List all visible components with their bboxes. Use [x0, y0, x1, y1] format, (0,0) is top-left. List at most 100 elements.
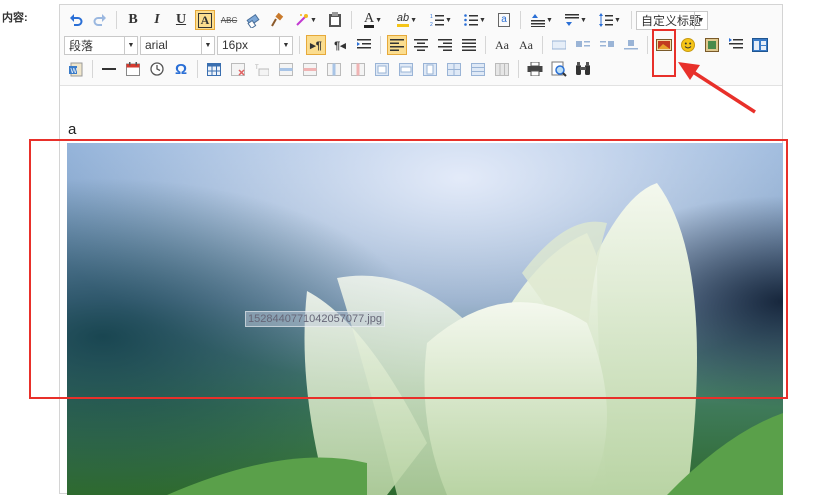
image-none-button[interactable]: [549, 35, 569, 55]
delete-column-icon: [351, 62, 365, 76]
background-color-button[interactable]: ab ▼: [392, 10, 422, 30]
line-height-button[interactable]: ▼: [595, 10, 625, 30]
attachment-button[interactable]: W: [66, 59, 86, 79]
chevron-down-icon: ▼: [445, 16, 452, 24]
format-painter-icon: [269, 12, 285, 28]
rtl-button[interactable]: ¶◂: [330, 35, 350, 55]
eraser-button[interactable]: [243, 10, 263, 30]
paste-plain-button[interactable]: [325, 10, 345, 30]
time-button[interactable]: [147, 59, 167, 79]
split-cells-button[interactable]: [444, 59, 464, 79]
separator: [542, 36, 543, 54]
insert-col-button[interactable]: [324, 59, 344, 79]
chevron-down-icon: ▼: [479, 16, 486, 24]
unordered-list-button[interactable]: ▼: [460, 10, 490, 30]
binoculars-icon: [575, 62, 591, 76]
unordered-list-icon: [464, 13, 479, 27]
insert-row-button[interactable]: [276, 59, 296, 79]
align-center-icon: [414, 39, 428, 51]
font-border-button[interactable]: A: [195, 10, 215, 30]
delete-col-button[interactable]: [348, 59, 368, 79]
printer-icon: [527, 62, 543, 76]
bold-icon: B: [128, 12, 138, 27]
insert-column-icon: [327, 62, 341, 76]
separator: [631, 11, 632, 29]
table-icon: [207, 62, 221, 76]
merge-right-button[interactable]: [396, 59, 416, 79]
chevron-down-icon: ▼: [124, 36, 137, 54]
delete-table-button[interactable]: [228, 59, 248, 79]
image-float-left-icon: [576, 39, 590, 51]
bold-button[interactable]: B: [123, 10, 143, 30]
merge-cells-button[interactable]: [372, 59, 392, 79]
preview-button[interactable]: [549, 59, 569, 79]
attachment-icon: W: [68, 61, 84, 77]
delete-table-icon: [231, 62, 245, 76]
separator: [351, 11, 352, 29]
row-spacing-bottom-button[interactable]: ▼: [561, 10, 591, 30]
custom-heading-select[interactable]: 自定义标题 ▼: [636, 10, 708, 30]
ltr-button[interactable]: ▸¶: [306, 35, 326, 55]
indent-button[interactable]: [354, 35, 374, 55]
align-justify-button[interactable]: [459, 35, 479, 55]
date-button[interactable]: [123, 59, 143, 79]
font-size-value: 16px: [222, 38, 249, 52]
horizontal-rule-button[interactable]: [99, 59, 119, 79]
uppercase-icon: Aa: [495, 37, 509, 52]
auto-typeset-button[interactable]: ▼: [291, 10, 321, 30]
format-painter-button[interactable]: [267, 10, 287, 30]
ordered-list-button[interactable]: 1 2 ▼: [426, 10, 456, 30]
image-center-icon: [624, 39, 638, 51]
separator: [116, 11, 117, 29]
image-left-button[interactable]: [573, 35, 593, 55]
redo-icon: [93, 13, 107, 27]
chevron-down-icon: ▼: [580, 16, 587, 24]
strikethrough-icon: ABC: [220, 15, 238, 25]
align-right-button[interactable]: [435, 35, 455, 55]
indent-icon: [357, 39, 371, 51]
font-size-select[interactable]: 16px ▼: [217, 35, 293, 55]
case-lower-button[interactable]: Aa: [516, 35, 536, 55]
select-all-button[interactable]: a: [494, 10, 514, 30]
special-char-button[interactable]: Ω: [171, 59, 191, 79]
align-right-icon: [438, 39, 452, 51]
editor-text[interactable]: a: [68, 121, 76, 138]
svg-text:W: W: [71, 68, 78, 75]
insert-table-button[interactable]: [204, 59, 224, 79]
underline-button[interactable]: U: [171, 10, 191, 30]
print-button[interactable]: [525, 59, 545, 79]
chevron-down-icon: ▼: [201, 36, 214, 54]
delete-row-icon: [303, 62, 317, 76]
delete-row-button[interactable]: [300, 59, 320, 79]
row-spacing-top-button[interactable]: ▼: [527, 10, 557, 30]
paste-icon: [328, 12, 342, 28]
insert-row-icon: [279, 62, 293, 76]
annotation-arrow: [678, 62, 756, 114]
split-rows-button[interactable]: [468, 59, 488, 79]
separator: [197, 60, 198, 78]
merge-down-button[interactable]: [420, 59, 440, 79]
strikethrough-button[interactable]: ABC: [219, 10, 239, 30]
image-right-button[interactable]: [597, 35, 617, 55]
insert-paragraph-before-table-button[interactable]: T: [252, 59, 272, 79]
italic-button[interactable]: I: [147, 10, 167, 30]
chevron-down-icon: ▼: [279, 36, 292, 54]
editor-content-area[interactable]: a 1528440771042057077.jpg: [60, 85, 783, 495]
inserted-image[interactable]: 1528440771042057077.jpg: [67, 143, 783, 495]
case-upper-button[interactable]: Aa: [492, 35, 512, 55]
separator: [485, 36, 486, 54]
search-replace-button[interactable]: [573, 59, 593, 79]
align-center-button[interactable]: [411, 35, 431, 55]
italic-icon: I: [154, 12, 160, 27]
font-family-select[interactable]: arial ▼: [140, 35, 215, 55]
redo-button[interactable]: [90, 10, 110, 30]
paragraph-select[interactable]: 段落 ▼: [64, 35, 138, 55]
highlight-icon: ab: [396, 13, 410, 27]
align-left-button[interactable]: [387, 35, 407, 55]
image-center-button[interactable]: [621, 35, 641, 55]
toolbar-row-3: W Ω T: [64, 57, 595, 81]
split-cols-button[interactable]: [492, 59, 512, 79]
separator: [520, 11, 521, 29]
font-color-button[interactable]: A ▼: [358, 10, 388, 30]
undo-button[interactable]: [66, 10, 86, 30]
